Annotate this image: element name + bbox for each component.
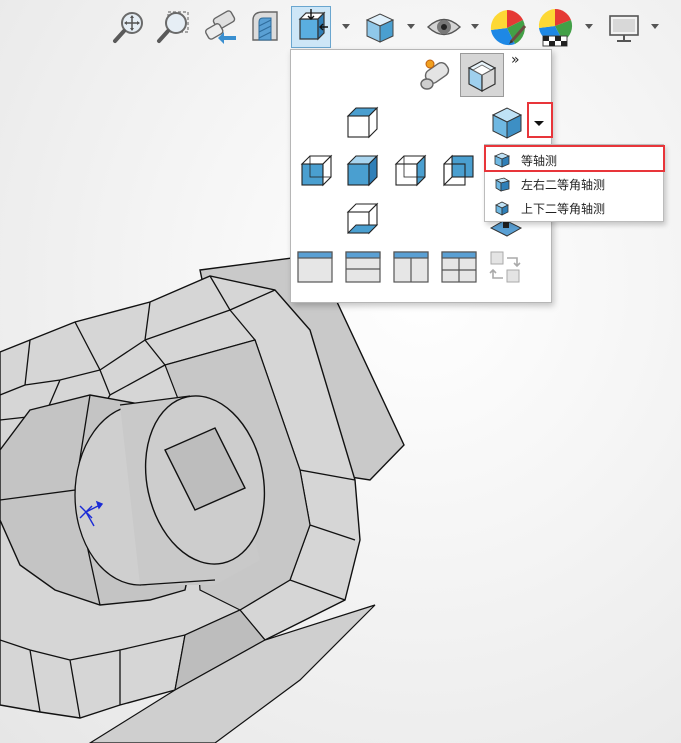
appearance-icon (490, 10, 527, 46)
monitor-icon (609, 15, 639, 42)
previous-view-icon (204, 10, 236, 44)
top-view-button[interactable] (343, 104, 381, 142)
isometric-cube-icon (491, 107, 523, 139)
left-view-button[interactable] (297, 152, 335, 190)
menu-item-label: 上下二等角轴测 (521, 201, 606, 216)
chevron-down-icon (342, 24, 350, 29)
four-viewport-icon (441, 251, 477, 283)
link-views-icon (489, 251, 521, 283)
display-style-icon (365, 13, 395, 43)
front-view-button[interactable] (343, 152, 381, 190)
chevron-down-icon (651, 24, 659, 29)
chevron-down-icon (471, 24, 479, 29)
menu-item-dimetric[interactable]: 左右二等角轴测 (487, 172, 661, 196)
menu-item-trimetric[interactable]: 上下二等角轴测 (487, 196, 661, 220)
view-orientation-button[interactable] (291, 6, 331, 48)
display-style-button[interactable] (360, 6, 400, 48)
dropdown-highlight-frame (527, 102, 553, 138)
eye-icon (426, 18, 462, 36)
dimetric-cube-icon (494, 177, 511, 192)
two-view-horizontal-button[interactable] (345, 250, 381, 284)
apply-scene-button[interactable] (535, 6, 575, 48)
front-view-icon (346, 154, 379, 187)
view-selector-button[interactable] (460, 53, 504, 97)
new-view-button[interactable] (415, 56, 457, 96)
trimetric-cube-icon (495, 201, 509, 216)
four-view-button[interactable] (441, 250, 477, 284)
view-orientation-icon (298, 9, 328, 41)
previous-view-button[interactable] (200, 6, 240, 48)
bottom-view-icon (346, 202, 379, 235)
two-viewport-horizontal-icon (345, 251, 381, 283)
zoom-fit-icon (113, 12, 143, 43)
chevron-down-icon (407, 24, 415, 29)
more-chevron[interactable]: » (511, 52, 520, 68)
single-view-button[interactable] (297, 250, 333, 284)
view-settings-button[interactable] (604, 6, 644, 48)
left-view-icon (300, 154, 333, 187)
edit-appearance-button[interactable] (489, 6, 529, 48)
hide-show-dropdown[interactable] (468, 14, 482, 38)
heads-up-view-toolbar (0, 0, 681, 52)
back-view-icon (443, 154, 474, 187)
back-view-button[interactable] (439, 152, 477, 190)
view-selector-icon (467, 60, 497, 93)
two-view-vertical-button[interactable] (393, 250, 429, 284)
camera-icon (420, 59, 450, 90)
link-views-button[interactable] (487, 250, 525, 286)
menu-item-label: 左右二等角轴测 (521, 177, 606, 192)
bottom-view-button[interactable] (343, 200, 381, 238)
zoom-to-area-button[interactable] (154, 6, 194, 48)
right-view-button[interactable] (391, 152, 429, 190)
chevron-down-icon (585, 24, 593, 29)
right-view-icon (394, 154, 427, 187)
apply-scene-dropdown[interactable] (582, 14, 596, 38)
menu-item-highlight-frame (484, 145, 665, 172)
view-settings-dropdown[interactable] (648, 14, 662, 38)
scene-icon (538, 8, 573, 47)
hide-show-items-button[interactable] (424, 6, 464, 48)
two-viewport-vertical-icon (393, 251, 429, 283)
section-view-button[interactable] (245, 6, 285, 48)
zoom-area-icon (157, 11, 189, 43)
zoom-to-fit-button[interactable] (110, 6, 150, 48)
display-style-dropdown[interactable] (404, 14, 418, 38)
view-orientation-dropdown[interactable] (339, 14, 353, 38)
isometric-view-button[interactable] (489, 104, 525, 142)
top-view-icon (346, 106, 379, 139)
single-viewport-icon (297, 251, 333, 283)
section-view-icon (252, 11, 278, 41)
